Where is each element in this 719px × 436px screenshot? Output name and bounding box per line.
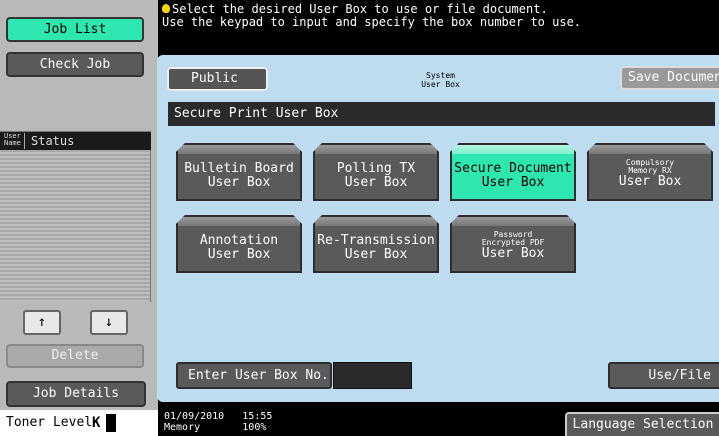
toner-level-bar <box>106 414 116 432</box>
secure-document-user-box-button[interactable]: Secure Document User Box <box>450 143 576 201</box>
save-document-button[interactable]: Save Document <box>620 66 719 90</box>
check-job-button[interactable]: Check Job <box>6 52 144 77</box>
box-label-line-1: Bulletin Board <box>184 161 294 176</box>
toner-level-indicator: Toner Level K <box>0 410 158 436</box>
message-line-1: Select the desired User Box to use or fi… <box>172 2 548 16</box>
message-line-2: Use the keypad to input and specify the … <box>162 15 582 29</box>
status-column-header: Status <box>24 133 74 149</box>
job-list-header: User Name Status <box>0 131 151 150</box>
user-name-column-header: User Name <box>4 133 21 147</box>
tab-public[interactable]: Public <box>167 67 268 91</box>
toner-level-label: Toner Level <box>6 415 93 430</box>
tab-system-label-2: User Box <box>421 80 460 89</box>
date-text: 01/09/2010 <box>164 411 225 422</box>
box-label-line-2: User Box <box>344 247 408 262</box>
lightbulb-icon <box>162 4 170 13</box>
bulletin-board-user-box-button[interactable]: Bulletin Board User Box <box>176 143 302 201</box>
job-list-area <box>0 150 151 302</box>
memory-value: 100% <box>242 422 267 433</box>
section-title: Secure Print User Box <box>168 102 715 126</box>
box-label-line-1: Re-Transmission <box>317 233 435 248</box>
password-encrypted-pdf-user-box-button[interactable]: Password Encrypted PDF User Box <box>450 215 576 273</box>
box-label-line-2: User Box <box>344 175 408 190</box>
tab-system-label-1: System <box>426 71 455 80</box>
scroll-up-button[interactable]: ↑ <box>23 310 61 335</box>
box-label-line-2: User Box <box>618 174 682 189</box>
box-label-line-2: User Box <box>481 175 545 190</box>
box-label-line-1: Polling TX <box>336 161 416 176</box>
enter-user-box-number-button[interactable]: Enter User Box No. <box>176 362 332 389</box>
box-label-line-2: User Box <box>207 175 271 190</box>
compulsory-memory-rx-user-box-button[interactable]: Compulsory Memory RX User Box <box>587 143 713 201</box>
left-panel: Job List Check Job User Name Status ↑ ↓ … <box>0 0 158 436</box>
box-label-line-1: Annotation <box>199 233 279 248</box>
polling-tx-user-box-button[interactable]: Polling TX User Box <box>313 143 439 201</box>
language-selection-button[interactable]: Language Selection <box>565 412 719 436</box>
annotation-user-box-button[interactable]: Annotation User Box <box>176 215 302 273</box>
scroll-down-button[interactable]: ↓ <box>90 310 128 335</box>
box-label-line-2: User Box <box>207 247 271 262</box>
job-details-button[interactable]: Job Details <box>6 381 146 407</box>
time-text: 15:55 <box>242 411 273 422</box>
memory-label: Memory <box>164 422 201 433</box>
job-list-button[interactable]: Job List <box>6 17 144 42</box>
user-name-label-2: Name <box>4 139 21 147</box>
box-label-line-1: Secure Document <box>454 161 572 176</box>
date-time-memory: 01/09/2010 15:55 Memory 100% <box>164 411 272 433</box>
box-label-line-2: User Box <box>481 246 545 261</box>
delete-button[interactable]: Delete <box>6 344 144 368</box>
instruction-message: Select the desired User Box to use or fi… <box>162 3 717 43</box>
user-box-number-field[interactable] <box>333 362 412 389</box>
re-transmission-user-box-button[interactable]: Re-Transmission User Box <box>313 215 439 273</box>
use-file-button[interactable]: Use/File <box>608 362 719 389</box>
toner-color-label: K <box>92 415 101 431</box>
tab-system-user-box[interactable]: System User Box <box>389 66 492 92</box>
